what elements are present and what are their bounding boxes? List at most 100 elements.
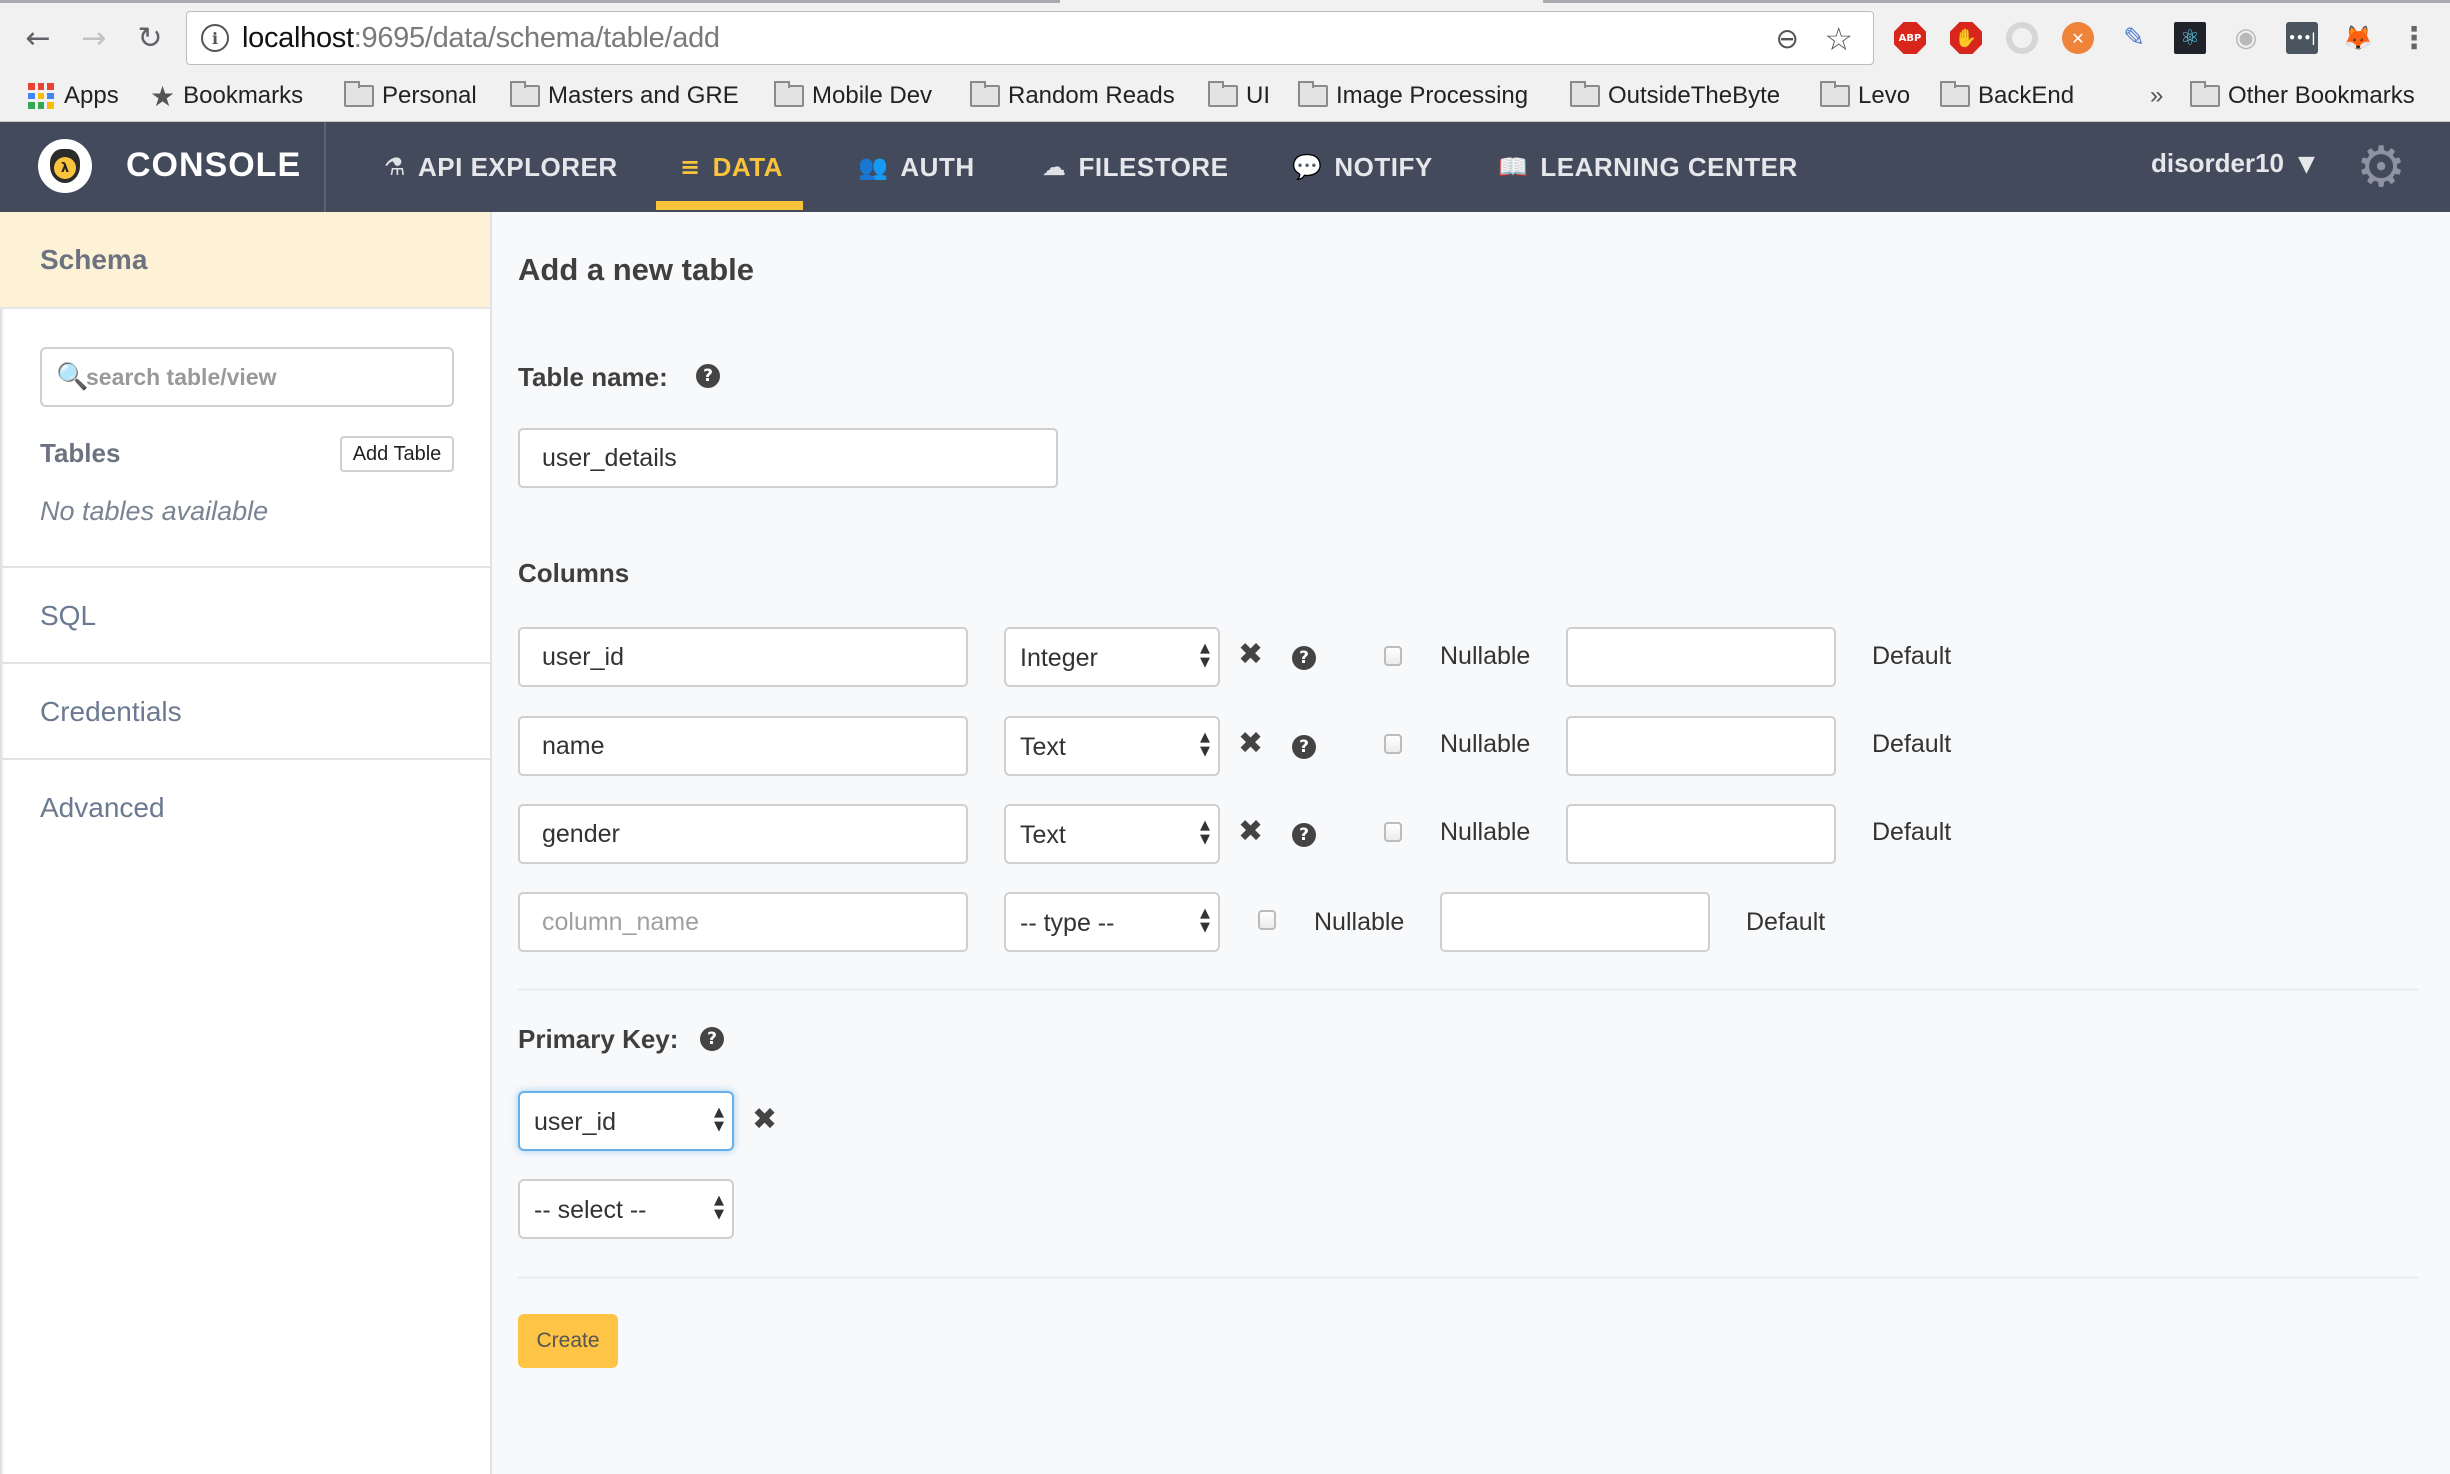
table-name-label: Table name: [518,362,668,392]
bookmark-folder[interactable]: Masters and GRE [510,78,739,114]
nullable-checkbox[interactable] [1258,910,1276,930]
folder-icon [510,81,540,107]
sidebar-item-advanced[interactable]: Advanced [40,792,165,824]
bookmark-folder[interactable]: Personal [344,78,477,114]
help-icon[interactable]: ? [1292,823,1316,847]
nullable-label: Nullable [1440,730,1531,758]
search-table-field[interactable]: 🔍 [40,347,454,407]
orange-extension-icon[interactable]: ✕ [2062,22,2094,54]
back-button[interactable]: ← [20,20,56,56]
nav-tab-filestore[interactable]: ☁ FILESTORE [1042,122,1228,212]
sidebar-item-schema[interactable]: Schema [0,212,490,309]
default-value-input[interactable] [1566,627,1836,687]
select-arrows-icon: ▲ ▼ [714,1105,724,1134]
sidebar-item-sql[interactable]: SQL [40,600,96,632]
info-icon[interactable]: i [201,24,229,52]
bookmark-folder[interactable]: Levo [1820,78,1910,114]
gear-icon[interactable]: ⚙ [2356,140,2406,196]
sidebar-divider [0,662,490,664]
bookmark-folder[interactable]: Image Processing [1298,78,1528,114]
default-value-input[interactable] [1440,892,1710,952]
new-column-name-input[interactable] [518,892,968,952]
adblock-plus-icon[interactable]: ABP [1894,22,1926,54]
bookmark-folder[interactable]: Random Reads [970,78,1175,114]
color-picker-icon[interactable]: ✎ [2118,22,2150,54]
podcast-icon[interactable]: ◉ [2230,22,2262,54]
column-type-select[interactable]: Integer ▲ ▼ [1004,627,1220,687]
default-value-input[interactable] [1566,804,1836,864]
bookmarks-overflow-button[interactable]: » [2150,82,2163,110]
nullable-checkbox[interactable] [1384,734,1402,754]
book-icon: 📖 [1498,153,1529,181]
bookmark-folder[interactable]: UI [1208,78,1270,114]
nav-tab-api-explorer[interactable]: ⚗ API EXPLORER [384,122,618,212]
bookmark-other[interactable]: Other Bookmarks [2190,78,2415,114]
address-bar[interactable]: i localhost:9695/data/schema/table/add ⊖… [186,11,1874,65]
primary-key-select[interactable]: user_id ▲ ▼ [518,1091,734,1151]
help-icon[interactable]: ? [700,1027,724,1051]
user-menu[interactable]: disorder10 [2151,148,2284,179]
column-name-input[interactable] [518,716,968,776]
add-primary-key-select[interactable]: -- select -- ▲ ▼ [518,1179,734,1239]
bookmark-label: Other Bookmarks [2228,82,2415,109]
chrome-menu-icon[interactable]: ⋮ [2399,21,2429,56]
columns-label: Columns [518,558,630,588]
bookmark-star-icon[interactable]: ☆ [1824,20,1853,58]
select-value: Text [1020,733,1066,761]
column-type-select[interactable]: Text ▲ ▼ [1004,716,1220,776]
zoom-out-icon[interactable]: ⊖ [1776,22,1799,55]
bookmark-bookmarks[interactable]: ★ Bookmarks [150,78,303,114]
nav-tab-learning-center[interactable]: 📖 LEARNING CENTER [1498,122,1798,212]
help-icon[interactable]: ? [1292,735,1316,759]
remove-column-icon[interactable]: ✖ [1238,729,1263,759]
bookmark-folder[interactable]: Mobile Dev [774,78,932,114]
select-value: Integer [1020,644,1098,672]
url-text[interactable]: localhost:9695/data/schema/table/add [242,22,720,55]
react-devtools-icon[interactable]: ⚛ [2174,22,2206,54]
lastpass-icon[interactable]: •••| [2286,22,2318,54]
ublock-icon[interactable]: ✋ [1950,22,1982,54]
bookmark-apps[interactable]: Apps [28,78,119,114]
remove-primary-key-icon[interactable]: ✖ [752,1105,777,1135]
folder-icon [970,81,1000,107]
folder-icon [1208,81,1238,107]
add-table-button[interactable]: Add Table [340,436,454,472]
nav-tab-notify[interactable]: 💬 NOTIFY [1292,122,1433,212]
metamask-fox-icon[interactable]: 🦊 [2342,22,2374,54]
caret-down-icon[interactable]: ▼ [2298,152,2315,177]
search-table-input[interactable] [86,359,446,395]
column-type-select[interactable]: Text ▲ ▼ [1004,804,1220,864]
bookmark-folder[interactable]: BackEnd [1940,78,2074,114]
bookmark-label: Mobile Dev [812,82,933,109]
table-name-input[interactable] [518,428,1058,488]
users-icon: 👥 [858,153,889,181]
cloud-upload-icon: ☁ [1042,153,1067,181]
default-label: Default [1872,730,1952,758]
no-tables-message: No tables available [40,496,269,526]
forward-button[interactable]: → [76,20,112,56]
select-arrows-icon: ▲ ▼ [1200,818,1210,847]
json-viewer-icon[interactable] [2006,22,2038,54]
browser-toolbar: ← → ↻ i localhost:9695/data/schema/table… [0,8,2450,72]
remove-column-icon[interactable]: ✖ [1238,640,1263,670]
nullable-checkbox[interactable] [1384,822,1402,842]
comment-icon: 💬 [1292,153,1323,181]
bookmark-folder[interactable]: OutsideTheByte [1570,78,1780,114]
select-arrows-icon: ▲ ▼ [1200,641,1210,670]
help-icon[interactable]: ? [1292,646,1316,670]
primary-key-label: Primary Key: [518,1024,679,1054]
nav-tab-auth[interactable]: 👥 AUTH [858,122,975,212]
sidebar-item-credentials[interactable]: Credentials [40,696,182,728]
remove-column-icon[interactable]: ✖ [1238,817,1263,847]
column-name-input[interactable] [518,627,968,687]
nav-tab-data[interactable]: ≡ DATA [656,122,803,212]
nullable-checkbox[interactable] [1384,646,1402,666]
default-value-input[interactable] [1566,716,1836,776]
new-column-type-select[interactable]: -- type -- ▲ ▼ [1004,892,1220,952]
help-icon[interactable]: ? [696,364,720,388]
create-button[interactable]: Create [518,1314,618,1368]
brand[interactable]: λ CONSOLE [0,122,326,212]
column-name-input[interactable] [518,804,968,864]
bookmark-label: Random Reads [1008,82,1175,109]
reload-button[interactable]: ↻ [132,20,168,56]
